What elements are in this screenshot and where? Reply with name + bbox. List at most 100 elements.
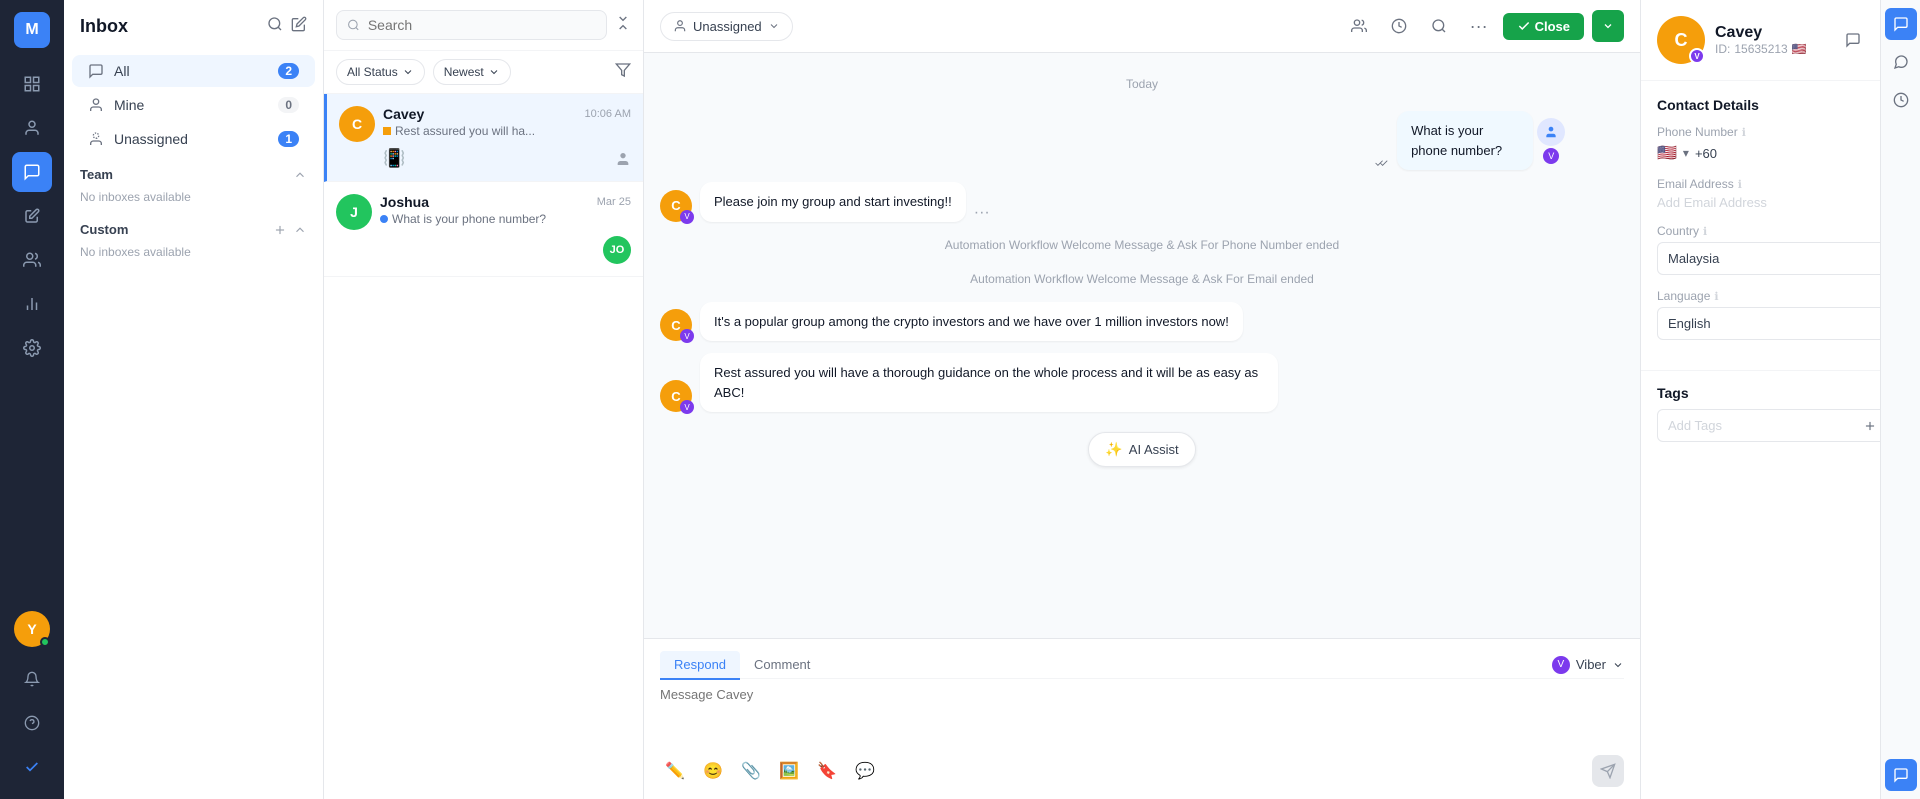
phone-number-field: Phone Number ℹ 🇺🇸 ▾ +60	[1657, 125, 1904, 163]
chevron-up-custom-icon[interactable]	[293, 223, 307, 237]
tags-title: Tags	[1657, 385, 1904, 401]
sidebar-item-all[interactable]: All 2	[72, 55, 315, 87]
search-input[interactable]	[368, 17, 596, 33]
compose-icon[interactable]	[291, 16, 307, 37]
composer-tabs: Respond Comment	[660, 651, 824, 678]
nav-icon-dashboard[interactable]	[12, 64, 52, 104]
msg-options-btn-1[interactable]: ···	[974, 204, 990, 222]
phone-value: 🇺🇸 ▾ +60	[1657, 143, 1904, 163]
conv-item-cavey[interactable]: C Cavey 10:06 AM Rest assured you will h…	[324, 94, 643, 182]
toolbar-bookmark-icon[interactable]: 🔖	[812, 756, 842, 786]
message-input[interactable]	[660, 687, 1624, 737]
section-team: Team	[64, 157, 323, 186]
status-filter[interactable]: All Status	[336, 59, 425, 85]
email-placeholder[interactable]: Add Email Address	[1657, 195, 1904, 210]
channel-icon-viber: 📳	[383, 148, 405, 169]
send-button[interactable]	[1592, 755, 1624, 787]
nav-icon-team[interactable]	[12, 240, 52, 280]
plus-icon[interactable]	[273, 223, 287, 237]
language-dropdown[interactable]: English	[1657, 307, 1904, 340]
language-info-icon: ℹ	[1714, 290, 1718, 303]
nav-icon-settings[interactable]	[12, 328, 52, 368]
contact-details: Contact Details Phone Number ℹ 🇺🇸 ▾ +60 …	[1641, 81, 1920, 370]
composer-input-area	[660, 687, 1624, 747]
conv-avatar-joshua: J	[336, 194, 372, 230]
sort-icon-btn[interactable]	[615, 15, 631, 36]
search-chat-icon-btn[interactable]	[1423, 10, 1455, 42]
sidebar-item-mine[interactable]: Mine 0	[72, 89, 315, 121]
icon-bar: M Y	[0, 0, 64, 799]
phone-dropdown-arrow[interactable]: ▾	[1683, 146, 1689, 160]
composer-toolbar: ✏️ 😊 📎 🖼️ 🔖 💬	[660, 755, 1624, 787]
nav-icon-campaigns[interactable]	[12, 196, 52, 236]
side-panel-bottom-icon[interactable]	[1885, 759, 1917, 791]
chat-area: Unassigned ··· Close	[644, 0, 1640, 799]
side-panel-whatsapp-icon[interactable]	[1885, 46, 1917, 78]
nav-icon-notifications[interactable]	[12, 659, 52, 699]
right-side-panel	[1880, 0, 1920, 799]
sidebar-item-mine-count: 0	[278, 97, 299, 113]
custom-empty-message: No inboxes available	[64, 241, 323, 267]
tab-respond[interactable]: Respond	[660, 651, 740, 680]
ai-assist-button[interactable]: ✨ AI Assist	[1088, 432, 1195, 467]
filter-icon-btn[interactable]	[615, 62, 631, 83]
logo-button[interactable]: M	[14, 12, 50, 48]
timer-icon-btn[interactable]	[1383, 10, 1415, 42]
check-close-icon	[1517, 19, 1531, 33]
nav-icon-analytics[interactable]	[12, 284, 52, 324]
viber-channel-indicator-1: V	[1543, 148, 1559, 164]
phone-number-value: +60	[1695, 146, 1717, 161]
viber-indicator-1: V	[680, 210, 694, 224]
assignee-button[interactable]: Unassigned	[660, 12, 793, 41]
contact-action-whatsapp[interactable]	[1838, 25, 1868, 55]
tab-comment[interactable]: Comment	[740, 651, 824, 680]
contact-info: Cavey ID: 15635213 🇺🇸	[1715, 24, 1807, 56]
joshua-agent-avatar: JO	[603, 236, 631, 264]
search-icon-inbox[interactable]	[267, 16, 283, 37]
msg-row-incoming-3: C V Rest assured you will have a thoroug…	[660, 353, 1624, 412]
sidebar-item-unassigned[interactable]: Unassigned 1	[72, 123, 315, 155]
close-button[interactable]: Close	[1503, 13, 1584, 40]
conv-item-joshua[interactable]: J Joshua Mar 25 What is your phone numbe…	[324, 182, 643, 277]
close-dropdown-btn[interactable]	[1592, 10, 1624, 42]
automation-label-2: Automation Workflow Welcome Message & As…	[660, 272, 1624, 286]
search-box	[336, 10, 607, 40]
conv-filters: All Status Newest	[324, 51, 643, 94]
nav-icon-inbox[interactable]	[12, 152, 52, 192]
section-team-label: Team	[80, 167, 113, 182]
toolbar-emoji-icon[interactable]: 😊	[698, 756, 728, 786]
chevron-up-icon[interactable]	[293, 168, 307, 182]
contact-name: Cavey	[1715, 24, 1807, 42]
nav-icon-help[interactable]	[12, 703, 52, 743]
side-panel-clock-icon[interactable]	[1885, 84, 1917, 116]
sort-filter[interactable]: Newest	[433, 59, 511, 85]
chat-messages: Today What is your phone number? V	[644, 53, 1640, 638]
conv-avatar-cavey: C	[339, 106, 375, 142]
toolbar-image-icon[interactable]: 🖼️	[774, 756, 804, 786]
conv-time-cavey: 10:06 AM	[585, 108, 631, 120]
nav-icon-contacts[interactable]	[12, 108, 52, 148]
search-icon	[347, 18, 360, 32]
language-field: Language ℹ English	[1657, 289, 1904, 340]
msg-row-outgoing-1: What is your phone number? V	[660, 111, 1624, 170]
side-panel-chat-icon[interactable]	[1885, 8, 1917, 40]
more-options-btn[interactable]: ···	[1463, 10, 1495, 42]
team-empty-message: No inboxes available	[64, 186, 323, 212]
toolbar-attach-icon[interactable]: 📎	[736, 756, 766, 786]
ai-assist-label: AI Assist	[1129, 442, 1179, 457]
msg-bubble-outgoing-1: What is your phone number?	[1397, 111, 1533, 170]
details-title: Contact Details	[1657, 97, 1904, 113]
country-dropdown[interactable]: Malaysia	[1657, 242, 1904, 275]
tags-dropdown[interactable]: Add Tags	[1657, 409, 1904, 442]
user-avatar[interactable]: Y	[14, 611, 50, 647]
toolbar-pencil-icon[interactable]: ✏️	[660, 756, 690, 786]
channel-select[interactable]: V Viber	[1552, 656, 1624, 674]
assignee-chevron-icon	[768, 20, 780, 32]
msg-bubble-incoming-3: Rest assured you will have a thorough gu…	[700, 353, 1278, 412]
nav-icon-checklist[interactable]	[12, 747, 52, 787]
country-value: Malaysia	[1668, 251, 1719, 266]
toolbar-chatbubble-icon[interactable]: 💬	[850, 756, 880, 786]
team-icon-btn[interactable]	[1343, 10, 1375, 42]
conversation-list: All Status Newest C Cavey 10:06 AM	[324, 0, 644, 799]
date-label-today: Today	[660, 77, 1624, 91]
